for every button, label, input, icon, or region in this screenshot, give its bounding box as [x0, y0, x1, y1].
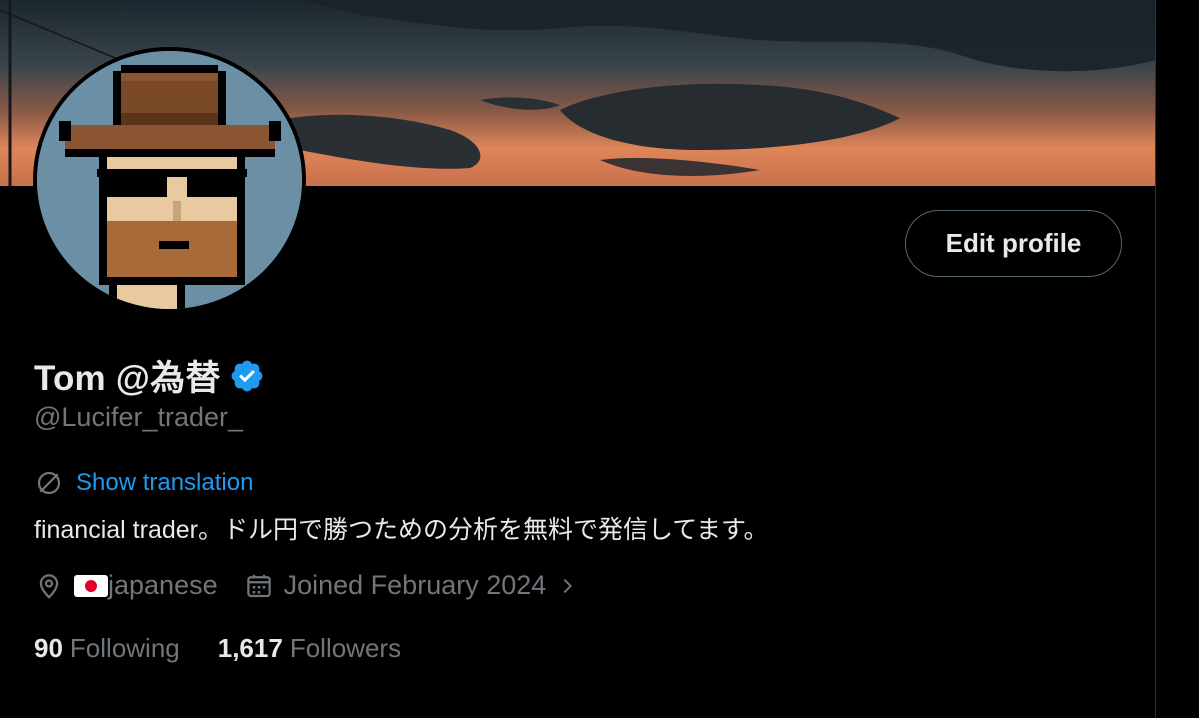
japan-flag-icon: [74, 574, 108, 597]
profile-meta-row: japanese Joined February 2024: [34, 570, 578, 601]
display-name: Tom @為替: [34, 359, 221, 398]
show-translation-link[interactable]: Show translation: [76, 469, 253, 497]
translate-row: Show translation: [34, 468, 253, 498]
following-label: Following: [69, 633, 180, 663]
calendar-icon: [246, 574, 271, 597]
joined-date-text: Joined February 2024: [283, 570, 547, 600]
location-pin-icon: [39, 573, 59, 599]
pixel-cowboy-avatar-image: [37, 51, 302, 309]
profile-panel: Edit profile Tom @為替 @Lucifer_trader_ Sh…: [0, 0, 1156, 718]
joined-date-item[interactable]: Joined February 2024: [244, 570, 579, 601]
followers-stat-link[interactable]: 1,617 Followers: [218, 633, 401, 664]
profile-avatar[interactable]: [33, 47, 306, 313]
edit-profile-button[interactable]: Edit profile: [905, 210, 1122, 277]
followers-count: 1,617: [217, 633, 283, 663]
following-stat-link[interactable]: 90 Following: [34, 633, 180, 664]
name-row: Tom @為替: [34, 350, 265, 401]
following-count: 90: [34, 633, 63, 663]
profile-bio: financial trader。ドル円で勝つための分析を無料で発信してます。: [34, 516, 769, 544]
right-gutter: [1156, 0, 1199, 718]
verified-badge-icon[interactable]: [229, 358, 265, 394]
profile-handle: @Lucifer_trader_: [34, 402, 244, 432]
translate-icon: [37, 471, 61, 495]
chevron-right-icon: [563, 578, 573, 593]
location-item: japanese: [34, 570, 218, 601]
follow-stats-row: 90 Following 1,617 Followers: [34, 633, 401, 664]
location-text: japanese: [108, 570, 218, 600]
followers-label: Followers: [289, 633, 402, 663]
